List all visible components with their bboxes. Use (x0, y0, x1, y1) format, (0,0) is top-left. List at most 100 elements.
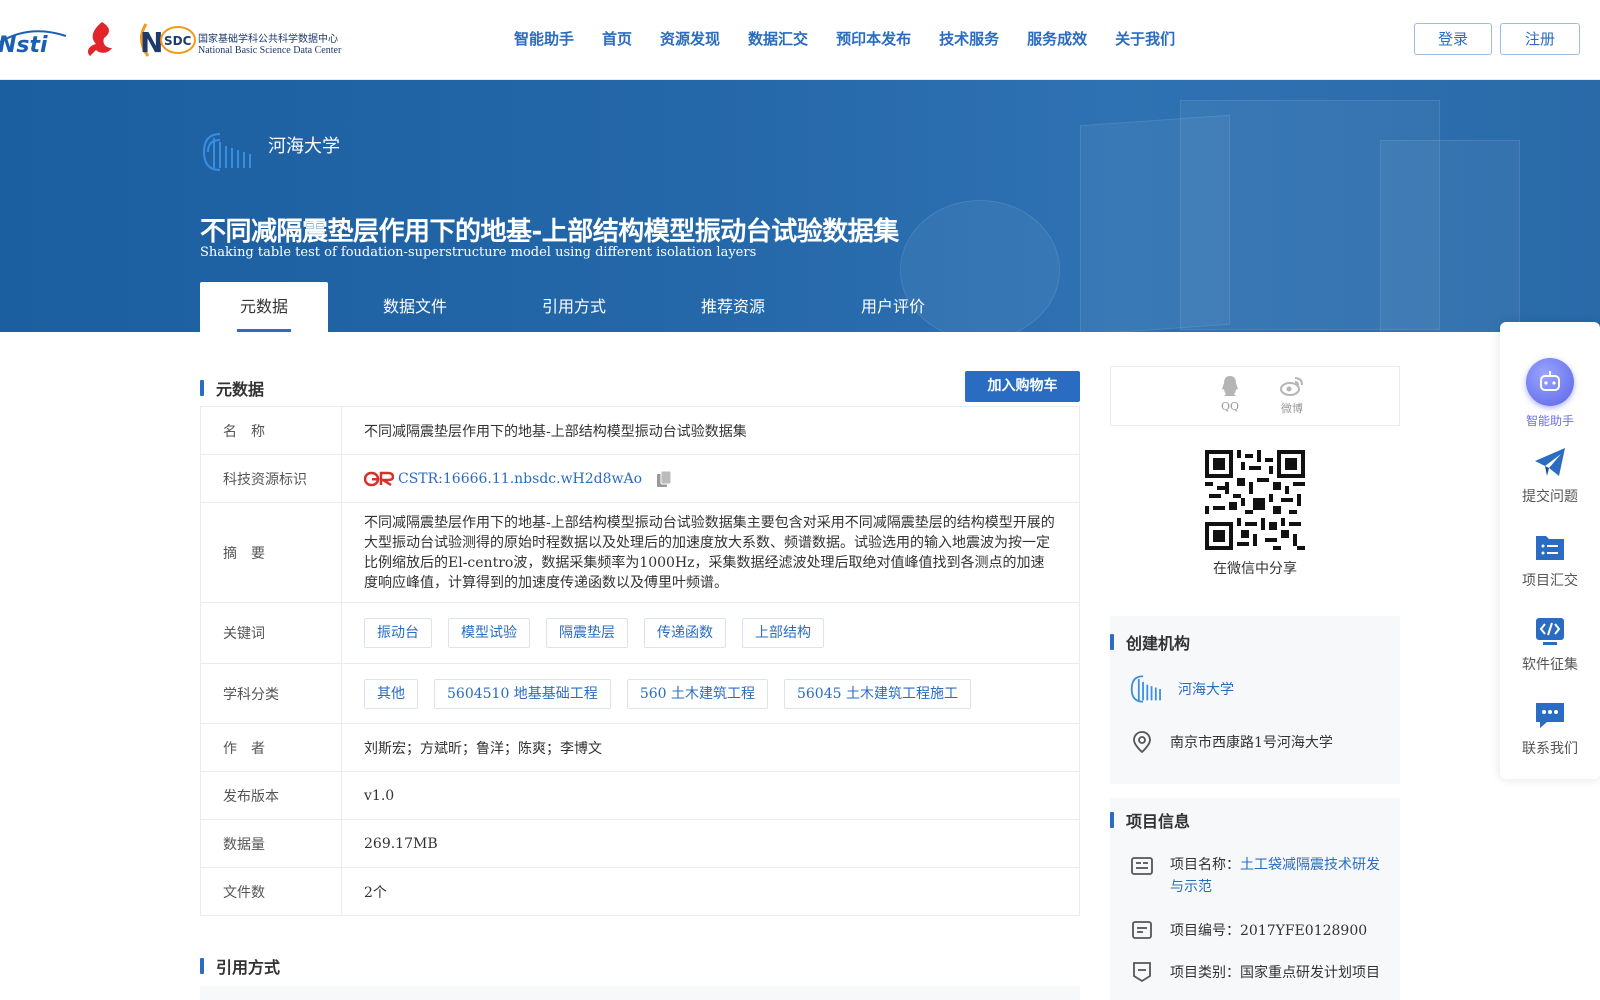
cstr-label: 科技资源标识 (201, 455, 342, 502)
citation-section-title: 引用方式 (200, 954, 280, 978)
institution-name[interactable]: 河海大学 (268, 132, 340, 158)
project-code-icon (1130, 918, 1154, 942)
red-logo[interactable] (82, 20, 120, 58)
subject-tag[interactable]: 56045 土木建筑工程施工 (783, 678, 971, 709)
assistant-button[interactable]: 智能助手 (1500, 358, 1600, 429)
dataset-tabs: 元数据 数据文件 引用方式 推荐资源 用户评价 (200, 282, 966, 332)
keyword-tag[interactable]: 传递函数 (644, 618, 726, 648)
floating-toolbar: 智能助手 提交问题 项目汇交 软件征集 联系我们 (1500, 322, 1600, 779)
project-name: 项目名称：土工袋减隔震技术研发与示范 (1170, 854, 1390, 898)
cstr-icon (363, 470, 395, 488)
code-icon (1533, 614, 1567, 648)
nsdc-name: 国家基础学科公共科学数据中心 National Basic Science Da… (198, 34, 341, 56)
nsdc-name-cn: 国家基础学科公共科学数据中心 (198, 34, 338, 45)
project-submit-button[interactable]: 项目汇交 (1500, 530, 1600, 590)
qq-icon (1222, 376, 1238, 396)
share-qq[interactable]: QQ (1210, 375, 1250, 413)
login-button[interactable]: 登录 (1414, 23, 1492, 55)
project-section-title: 项目信息 (1110, 808, 1190, 832)
files-value: 2个 (364, 884, 387, 901)
project-type: 项目类别：国家重点研发计划项目 (1170, 965, 1380, 981)
table-row: 名 称 不同减隔震垫层作用下的地基-上部结构模型振动台试验数据集 (201, 407, 1079, 455)
abstract-value: 不同减隔震垫层作用下的地基-上部结构模型振动台试验数据集主要包含对采用不同减隔震… (364, 515, 1055, 591)
table-row: 摘 要 不同减隔震垫层作用下的地基-上部结构模型振动台试验数据集主要包含对采用不… (201, 503, 1079, 603)
keywords-label: 关键词 (201, 603, 342, 663)
nsti-logo[interactable]: Nsti (0, 22, 68, 58)
tab-recommended[interactable]: 推荐资源 (646, 282, 820, 332)
keyword-tag[interactable]: 模型试验 (448, 618, 530, 648)
nav-item-preprint[interactable]: 预印本发布 (822, 28, 925, 49)
main-nav: 智能助手 首页 资源发现 数据汇交 预印本发布 技术服务 服务成效 关于我们 (500, 28, 1189, 49)
size-label: 数据量 (201, 820, 342, 867)
share-weibo[interactable]: 微博 (1272, 375, 1312, 416)
bookmark-icon (1130, 960, 1154, 984)
files-label: 文件数 (201, 868, 342, 915)
table-row: 学科分类 其他 5604510 地基基础工程 560 土木建筑工程 56045 … (201, 664, 1079, 724)
version-label: 发布版本 (201, 772, 342, 819)
subjects-label: 学科分类 (201, 664, 342, 723)
table-row: 作 者 刘斯宏；方斌昕；鲁洋；陈爽；李博文 (201, 724, 1079, 772)
project-name-row: 项目名称：土工袋减隔震技术研发与示范 (1130, 854, 1390, 898)
copy-icon[interactable] (656, 470, 672, 488)
version-value: v1.0 (364, 787, 395, 804)
cstr-link[interactable]: CSTR:16666.11.nbsdc.wH2d8wAo (398, 471, 642, 487)
creator-section-title: 创建机构 (1110, 630, 1190, 654)
keywords-list: 振动台 模型试验 隔震垫层 传递函数 上部结构 (342, 603, 1079, 663)
project-code-row: 项目编号：2017YFE0128900 (1130, 918, 1367, 942)
subject-tag[interactable]: 5604510 地基基础工程 (434, 678, 611, 709)
assistant-label: 智能助手 (1525, 414, 1574, 428)
nav-item-home[interactable]: 首页 (588, 28, 646, 49)
subject-tag[interactable]: 560 土木建筑工程 (626, 678, 768, 709)
subject-tag[interactable]: 其他 (364, 678, 418, 709)
banner-decoration (1380, 140, 1520, 332)
keyword-tag[interactable]: 上部结构 (742, 618, 824, 648)
submit-question-button[interactable]: 提交问题 (1500, 446, 1600, 506)
table-row: 发布版本 v1.0 (201, 772, 1079, 820)
abstract-label: 摘 要 (201, 503, 342, 602)
register-button[interactable]: 注册 (1500, 23, 1580, 55)
wechat-share-label: 在微信中分享 (1213, 561, 1297, 577)
nav-item-submit-data[interactable]: 数据汇交 (734, 28, 822, 49)
software-collect-button[interactable]: 软件征集 (1500, 614, 1600, 674)
nsdc-abbr: SDC (164, 34, 192, 48)
metadata-table: 名 称 不同减隔震垫层作用下的地基-上部结构模型振动台试验数据集 科技资源标识 … (200, 406, 1080, 916)
tab-citation[interactable]: 引用方式 (502, 282, 646, 332)
nav-item-about[interactable]: 关于我们 (1101, 28, 1189, 49)
nav-item-tech-service[interactable]: 技术服务 (925, 28, 1013, 49)
dataset-subtitle: Shaking table test of foudation-superstr… (200, 245, 757, 260)
creator-address: 南京市西康路1号河海大学 (1170, 735, 1333, 751)
dataset-title: 不同减隔震垫层作用下的地基-上部结构模型振动台试验数据集 (200, 217, 899, 247)
nav-item-assistant[interactable]: 智能助手 (500, 28, 588, 49)
top-bar: Nsti N SDC 国家基础学科公共科学数据中心 National Basic… (0, 0, 1600, 80)
creator-address-row: 南京市西康路1号河海大学 (1130, 730, 1333, 754)
tab-metadata[interactable]: 元数据 (200, 282, 328, 332)
nsdc-logo[interactable]: N SDC 国家基础学科公共科学数据中心 National Basic Scie… (136, 20, 351, 60)
project-card-icon (1130, 854, 1154, 878)
contact-us-label: 联系我们 (1522, 741, 1578, 757)
project-submit-label: 项目汇交 (1522, 573, 1578, 589)
svg-text:N: N (140, 26, 163, 59)
nav-item-discover[interactable]: 资源发现 (646, 28, 734, 49)
authors-label: 作 者 (201, 724, 342, 771)
nav-item-achievements[interactable]: 服务成效 (1013, 28, 1101, 49)
institution-logo (1128, 672, 1168, 706)
add-to-cart-button[interactable]: 加入购物车 (965, 371, 1080, 402)
project-code: 项目编号：2017YFE0128900 (1170, 923, 1368, 939)
name-label: 名 称 (201, 407, 342, 454)
cstr-cell: CSTR:16666.11.nbsdc.wH2d8wAo (342, 455, 1079, 502)
table-row: 文件数 2个 (201, 868, 1079, 915)
folder-list-icon (1533, 530, 1567, 564)
keyword-tag[interactable]: 隔震垫层 (546, 618, 628, 648)
citation-box (200, 986, 1080, 1000)
authors-value: 刘斯宏；方斌昕；鲁洋；陈爽；李博文 (364, 740, 602, 757)
nsdc-name-en: National Basic Science Data Center (198, 45, 342, 56)
location-icon (1130, 730, 1154, 754)
creator-name-link[interactable]: 河海大学 (1178, 679, 1234, 699)
project-name-prefix: 项目名称： (1170, 857, 1240, 873)
table-row: 数据量 269.17MB (201, 820, 1079, 868)
tab-data-files[interactable]: 数据文件 (328, 282, 502, 332)
contact-us-button[interactable]: 联系我们 (1500, 698, 1600, 758)
wechat-qr-code (1205, 450, 1305, 550)
keyword-tag[interactable]: 振动台 (364, 618, 432, 648)
tab-reviews[interactable]: 用户评价 (820, 282, 966, 332)
